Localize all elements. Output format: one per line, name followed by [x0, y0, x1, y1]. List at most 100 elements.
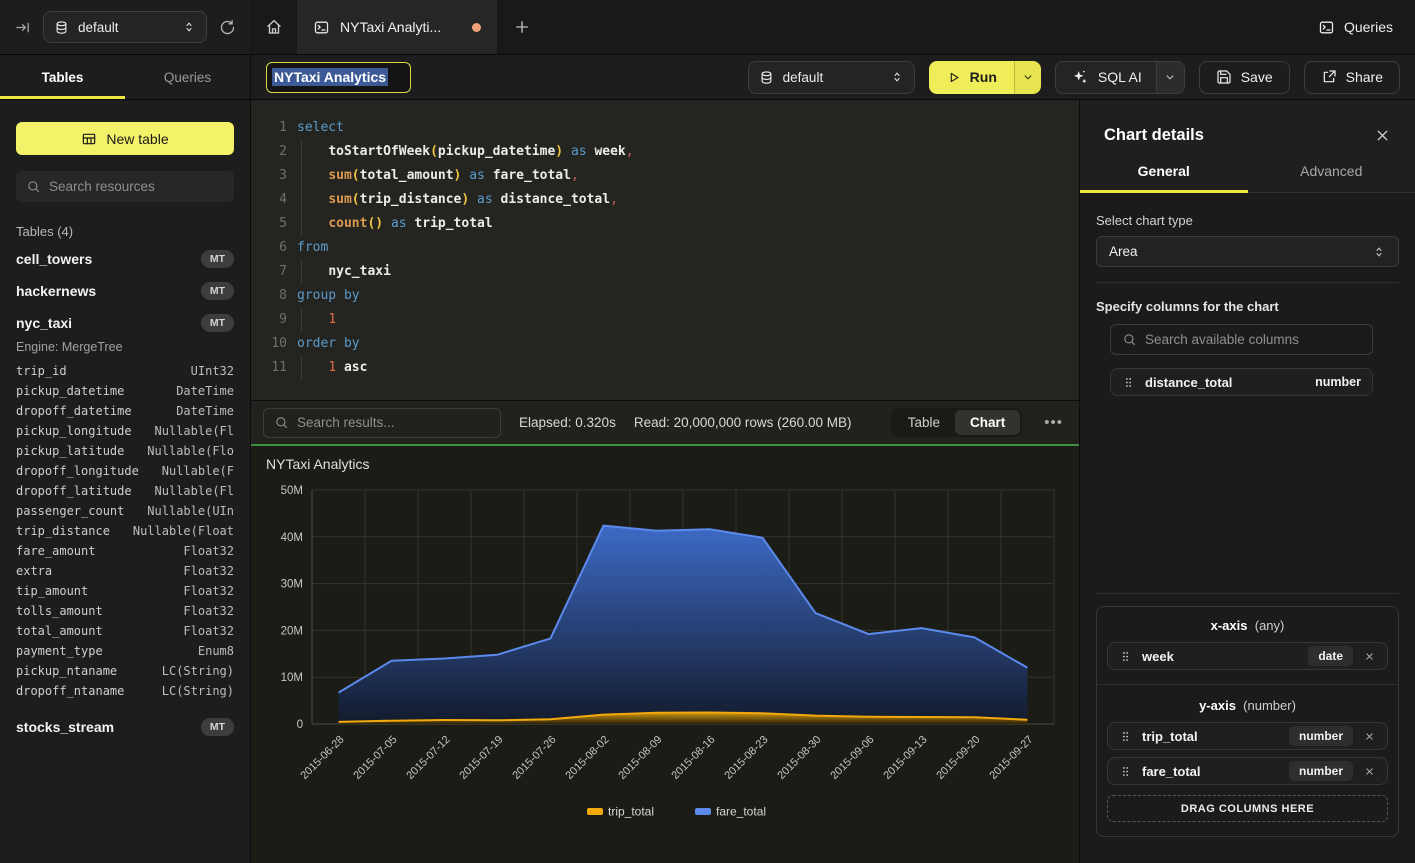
indent-guide: [301, 140, 302, 164]
chip-column-name: week: [1142, 649, 1298, 664]
chip-column-type: date: [1308, 646, 1353, 666]
panel-tab-general[interactable]: General: [1080, 163, 1248, 192]
new-tab-button[interactable]: [497, 0, 547, 54]
remove-column-icon[interactable]: [1363, 765, 1376, 778]
run-options-button[interactable]: [1014, 61, 1041, 94]
run-button-label: Run: [970, 69, 997, 85]
resource-search-input[interactable]: [49, 179, 224, 194]
line-number: 9: [259, 308, 287, 332]
chart-type-select[interactable]: Area: [1096, 236, 1399, 267]
panel-tab-advanced[interactable]: Advanced: [1248, 163, 1415, 192]
table-name: cell_towers: [16, 251, 92, 267]
legend-item-trip_total[interactable]: trip_total: [587, 805, 654, 819]
x-tick-label: 2015-07-12: [404, 734, 452, 782]
tab-queries[interactable]: Queries: [125, 55, 250, 99]
chevrons-up-down-icon: [182, 20, 196, 34]
results-search-input[interactable]: [297, 415, 490, 430]
column-row-pickup_ntaname: pickup_ntanameLC(String): [16, 661, 234, 681]
column-row-dropoff_longitude: dropoff_longitudeNullable(F: [16, 461, 234, 481]
database-selector-top[interactable]: default: [43, 11, 207, 43]
table-name: nyc_taxi: [16, 315, 72, 331]
sidebar-table-stocks_stream[interactable]: stocks_streamMT: [16, 711, 234, 743]
x-tick-label: 2015-09-20: [934, 734, 982, 782]
top-bar: default NYTaxi Analyti... Queries: [0, 0, 1415, 55]
queries-console-icon: [1318, 19, 1335, 36]
drag-handle-icon[interactable]: [1119, 765, 1132, 778]
line-number: 5: [259, 212, 287, 236]
save-button[interactable]: Save: [1199, 61, 1290, 94]
view-toggle-chart[interactable]: Chart: [955, 410, 1020, 435]
tab-tables[interactable]: Tables: [0, 55, 125, 99]
close-icon[interactable]: [1374, 127, 1391, 144]
collapse-sidebar-icon[interactable]: [14, 19, 31, 36]
column-search-input[interactable]: [1145, 332, 1361, 347]
chart-svg: 010M20M30M40M50M2015-06-282015-07-052015…: [251, 446, 1079, 863]
remove-column-icon[interactable]: [1363, 730, 1376, 743]
query-title-input[interactable]: NYTaxi Analytics: [266, 62, 411, 93]
indent-guide: [301, 188, 302, 212]
column-row-tip_amount: tip_amountFloat32: [16, 581, 234, 601]
tables-section-header: Tables (4): [16, 224, 234, 239]
chip-column-type: number: [1289, 761, 1353, 781]
queries-button[interactable]: Queries: [1296, 0, 1415, 54]
sidebar-table-hackernews[interactable]: hackernewsMT: [16, 275, 234, 307]
x-tick-label: 2015-09-27: [987, 734, 1035, 782]
database-selector-value: default: [78, 20, 119, 35]
drag-handle-icon[interactable]: [1119, 730, 1132, 743]
results-search: [263, 408, 501, 438]
x-axis-header: x-axis (any): [1107, 618, 1388, 633]
drag-columns-drop-zone[interactable]: DRAG COLUMNS HERE: [1107, 795, 1388, 822]
chevron-down-icon: [1163, 70, 1177, 84]
column-chip-week[interactable]: week date: [1107, 642, 1388, 670]
database-selector-toolbar[interactable]: default: [748, 61, 915, 94]
code-line-6: 6from: [259, 236, 1079, 260]
panel-title: Chart details: [1104, 126, 1204, 145]
chip-column-type: number: [1315, 375, 1361, 389]
database-selector-value: default: [783, 70, 824, 85]
column-chip-distance_total[interactable]: distance_totalnumber: [1110, 368, 1373, 396]
line-number: 8: [259, 284, 287, 308]
column-row-passenger_count: passenger_countNullable(UIn: [16, 501, 234, 521]
svg-text:fare_total: fare_total: [716, 805, 766, 819]
table-icon: [81, 131, 97, 147]
indent-guide: [301, 212, 302, 236]
sidebar-table-cell_towers[interactable]: cell_towers MT: [16, 243, 234, 275]
new-table-button-label: New table: [106, 131, 168, 147]
run-button[interactable]: Run: [929, 61, 1014, 94]
legend-item-fare_total[interactable]: fare_total: [695, 805, 766, 819]
engine-badge: MT: [201, 250, 234, 268]
remove-column-icon[interactable]: [1363, 650, 1376, 663]
sql-ai-button[interactable]: SQL AI: [1056, 62, 1156, 93]
new-table-button[interactable]: New table: [16, 122, 234, 155]
toolbar-row: Tables Queries NYTaxi Analytics default …: [0, 55, 1415, 100]
results-more-icon[interactable]: •••: [1040, 414, 1067, 431]
refresh-icon[interactable]: [219, 19, 236, 36]
column-chip-trip_total[interactable]: trip_totalnumber: [1107, 722, 1388, 750]
x-tick-label: 2015-07-05: [351, 734, 399, 782]
specify-columns-label: Specify columns for the chart: [1096, 299, 1399, 314]
query-toolbar: NYTaxi Analytics default Run: [250, 55, 1415, 99]
sidebar-table-nyc_taxi[interactable]: nyc_taxiMT: [16, 307, 234, 339]
svg-text:0: 0: [297, 719, 303, 731]
sparkles-icon: [1070, 68, 1089, 87]
view-toggle-table[interactable]: Table: [893, 410, 955, 435]
home-button[interactable]: [250, 0, 297, 54]
share-button[interactable]: Share: [1304, 61, 1400, 94]
drag-handle-icon[interactable]: [1122, 376, 1135, 389]
sql-editor[interactable]: 1select2 toStartOfWeek(pickup_datetime) …: [251, 100, 1079, 400]
tab-nytaxi-analytics[interactable]: NYTaxi Analyti...: [297, 0, 497, 54]
engine-badge: MT: [201, 282, 234, 300]
y-axis-chips: trip_totalnumber fare_totalnumber: [1107, 722, 1388, 785]
x-axis-chips: week date: [1107, 642, 1388, 670]
column-row-total_amount: total_amountFloat32: [16, 621, 234, 641]
unsaved-changes-dot: [472, 23, 481, 32]
line-number: 10: [259, 332, 287, 356]
drag-handle-icon[interactable]: [1119, 650, 1132, 663]
chevrons-up-down-icon: [1372, 245, 1386, 259]
sql-ai-options-button[interactable]: [1156, 62, 1184, 93]
code-line-8: 8group by: [259, 284, 1079, 308]
database-icon: [759, 70, 774, 85]
code-line-11: 11 1 asc: [259, 356, 1079, 380]
queries-button-label: Queries: [1344, 19, 1393, 35]
column-chip-fare_total[interactable]: fare_totalnumber: [1107, 757, 1388, 785]
